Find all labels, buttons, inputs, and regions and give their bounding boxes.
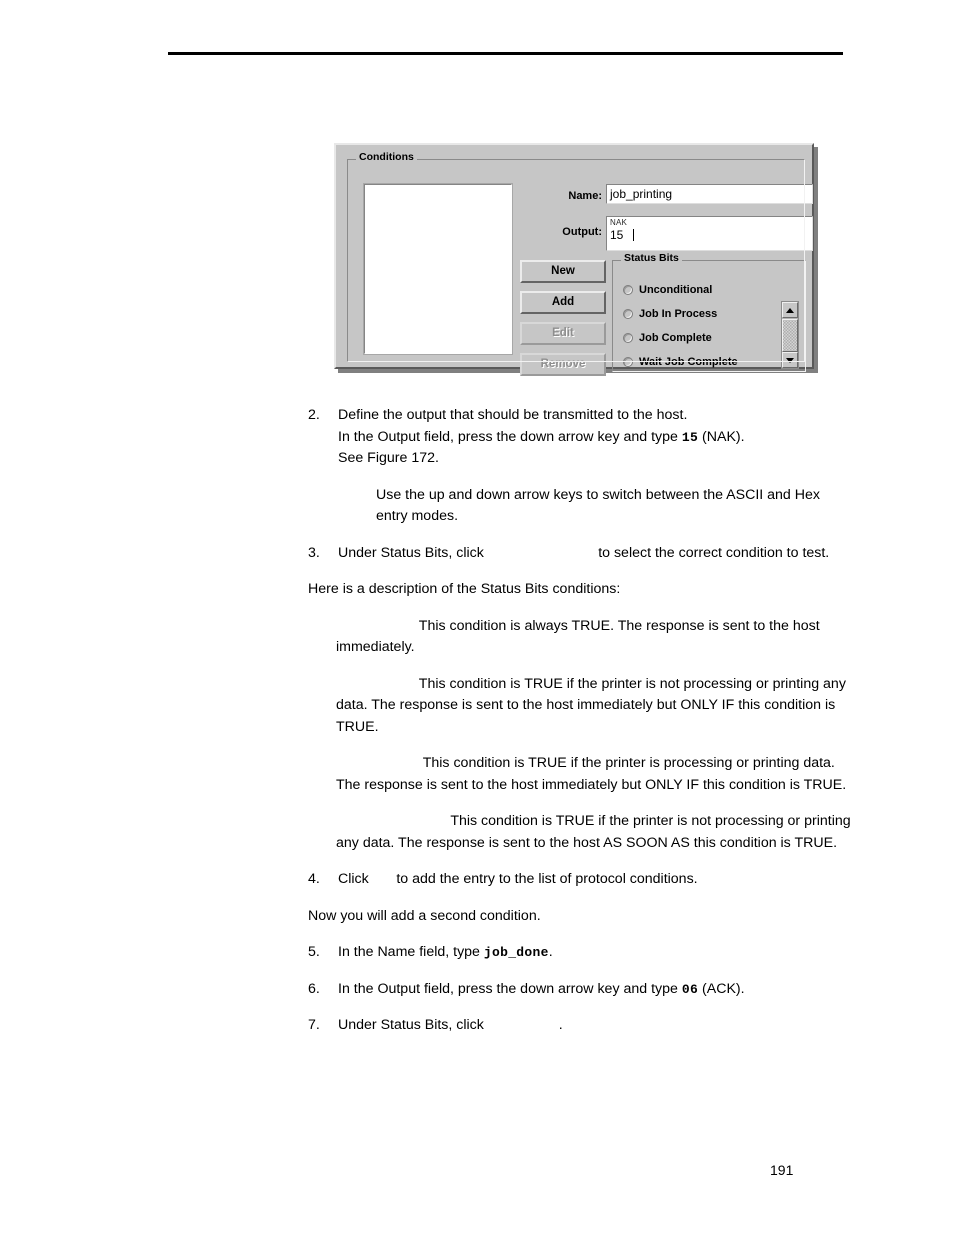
description-job-complete: This condition is TRUE if the printer is… (336, 674, 846, 735)
step-number: 6. (308, 980, 320, 997)
radio-label: Job In Process (639, 308, 718, 320)
radio-job-in-process[interactable]: Job In Process (623, 305, 717, 323)
conditions-group-box: Conditions Name: job_printing Output: NA… (347, 152, 813, 376)
step-2-note: Use the up and down arrow keys to switch… (376, 486, 820, 525)
omitted-bold-term (336, 753, 423, 775)
name-field-label: Name: (568, 190, 602, 202)
step-2: 2. Define the output that should be tran… (308, 405, 853, 470)
omitted-bold-term (369, 869, 397, 891)
new-button[interactable]: New (520, 260, 606, 283)
radio-job-complete[interactable]: Job Complete (623, 329, 712, 347)
status-bits-group-box: Status Bits Unconditional Job In Process… (612, 253, 806, 372)
page-header-rule (168, 52, 843, 55)
output-value: 15 (610, 227, 809, 243)
step-5: 5. In the Name field, type job_done. (308, 942, 853, 964)
step-5-text: In the Name field, type job_done. (338, 944, 553, 960)
conditions-list-box[interactable] (363, 183, 513, 355)
radio-unconditional[interactable]: Unconditional (623, 281, 712, 299)
description-wait-job-complete: This condition is TRUE if the printer is… (336, 811, 851, 851)
step-number: 7. (308, 1017, 320, 1033)
step-7-text: Under Status Bits, click . (338, 1015, 853, 1037)
name-input[interactable]: job_printing (606, 184, 813, 204)
transition-text: Now you will add a second condition. (308, 907, 541, 924)
step-3-text: Under Status Bits, click to select the c… (338, 543, 853, 565)
output-input[interactable]: NAK 15 (606, 216, 813, 251)
conditions-dialog: Conditions Name: job_printing Output: NA… (334, 143, 814, 376)
omitted-bold-term (484, 1015, 559, 1037)
edit-button[interactable]: Edit (520, 322, 606, 345)
descriptions-intro: Here is a description of the Status Bits… (308, 581, 621, 597)
step-number: 5. (308, 944, 320, 960)
step-7: 7. Under Status Bits, click . (308, 1015, 853, 1037)
status-bits-group-label: Status Bits (621, 253, 682, 264)
step-3: 3. Under Status Bits, click to select th… (308, 543, 853, 565)
page-body: 2. Define the output that should be tran… (308, 405, 853, 1037)
scroll-down-arrow-icon[interactable] (782, 352, 798, 368)
conditions-dialog-figure: Conditions Name: job_printing Output: NA… (334, 143, 818, 376)
radio-button-icon (623, 357, 633, 367)
step-2-line-2: In the Output field, press the down arro… (338, 428, 745, 445)
radio-button-icon (623, 285, 633, 295)
conditions-group-label: Conditions (356, 152, 417, 163)
step-number: 3. (308, 544, 320, 561)
radio-wait-job-complete[interactable]: Wait Job Complete (623, 353, 738, 371)
radio-label: Unconditional (639, 284, 713, 296)
omitted-bold-term (336, 811, 450, 833)
output-field-label: Output: (562, 226, 602, 238)
step-4-text: Click to add the entry to the list of pr… (338, 869, 853, 891)
description-job-in-process: This condition is TRUE if the printer is… (336, 753, 847, 793)
scrollbar-thumb[interactable] (782, 319, 798, 352)
description-unconditional: This condition is always TRUE. The respo… (336, 616, 820, 656)
omitted-bold-term (336, 616, 419, 638)
radio-label: Wait Job Complete (639, 356, 738, 368)
omitted-bold-term (336, 674, 419, 696)
output-ascii-hint: NAK (610, 218, 628, 227)
radio-button-icon (623, 309, 633, 319)
step-2-line-1: Define the output that should be transmi… (338, 407, 688, 423)
step-number: 4. (308, 871, 320, 887)
add-button[interactable]: Add (520, 291, 606, 314)
omitted-bold-term (484, 543, 598, 565)
step-6-text: In the Output field, press the down arro… (338, 980, 745, 997)
status-bits-scrollbar[interactable] (781, 301, 799, 369)
inline-code: 06 (681, 981, 699, 997)
scroll-up-arrow-icon[interactable] (782, 302, 798, 318)
page-number: 191 (770, 1162, 794, 1178)
step-4: 4. Click to add the entry to the list of… (308, 869, 853, 891)
radio-button-icon (623, 333, 633, 343)
step-number: 2. (308, 407, 320, 423)
text-caret (633, 229, 635, 241)
inline-code: 15 (681, 429, 699, 445)
remove-button[interactable]: Remove (520, 353, 606, 376)
step-2-line-3: See Figure 172. (338, 450, 439, 466)
radio-label: Job Complete (639, 332, 712, 344)
inline-code: job_done (483, 945, 549, 960)
step-6: 6. In the Output field, press the down a… (308, 979, 853, 1001)
